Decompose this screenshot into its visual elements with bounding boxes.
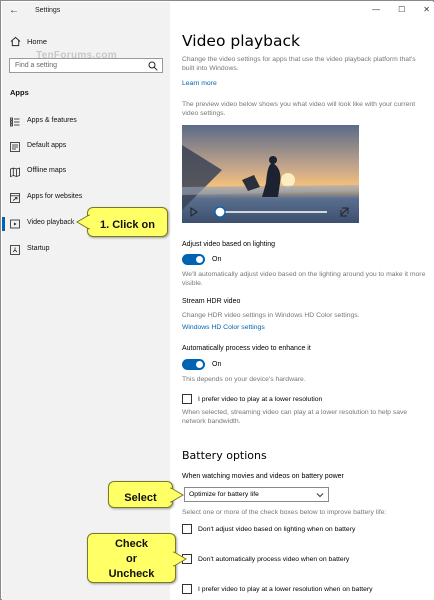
list-icon [10, 117, 20, 127]
adjust-lighting-title: Adjust video based on lighting [182, 241, 276, 248]
sidebar-item-home[interactable]: Home [2, 34, 170, 50]
sidebar-item-label: Apps for websites [27, 193, 83, 200]
adjust-lighting-state: On [212, 256, 222, 263]
search-icon[interactable] [148, 61, 158, 71]
lower-resolution-description: When selected, streaming video can play … [182, 409, 408, 425]
battery-options-title: Battery options [182, 449, 267, 462]
adjust-lighting-toggle[interactable] [182, 254, 205, 265]
lower-resolution-label: I prefer video to play at a lower resolu… [198, 396, 323, 403]
home-icon [10, 36, 21, 47]
video-icon [10, 219, 20, 229]
auto-process-description: This depends on your device's hardware. [182, 376, 306, 383]
map-icon [10, 167, 20, 177]
lower-resolution-checkbox[interactable] [182, 394, 192, 404]
battery-check-lighting-label: Don't adjust video based on lighting whe… [198, 526, 356, 533]
video-controls [182, 201, 359, 223]
battery-check-resolution-label: I prefer video to play at a lower resolu… [198, 586, 373, 593]
chevron-down-icon [316, 493, 324, 498]
adjust-lighting-description: We'll automatically adjust video based o… [182, 271, 426, 287]
default-apps-icon [10, 142, 20, 152]
link-window-icon [10, 193, 20, 203]
callout-click-on-text: 1. Click on [99, 219, 156, 231]
battery-check-resolution[interactable] [182, 584, 192, 594]
callout-check-line1: Check [114, 538, 149, 550]
auto-process-title: Automatically process video to enhance i… [182, 345, 311, 352]
sidebar-section-apps: Apps [10, 88, 29, 97]
battery-check-process-label: Don't automatically process video when o… [198, 556, 350, 563]
sidebar-item-label: Default apps [27, 142, 67, 149]
callout-pointer [173, 551, 187, 567]
seek-thumb[interactable] [214, 206, 226, 218]
preview-description: The preview video below shows you what v… [182, 101, 416, 117]
battery-mode-value: Optimize for battery life [189, 491, 259, 498]
sidebar-item-label: Apps & features [27, 117, 77, 124]
search-input[interactable]: Find a setting [9, 58, 163, 73]
sidebar-item-default-apps[interactable]: Default apps [2, 139, 170, 155]
callout-pointer [76, 214, 90, 230]
window-controls: — ☐ ✕ [372, 5, 430, 14]
hdr-settings-link[interactable]: Windows HD Color settings [182, 324, 265, 331]
sidebar-item-label: Offline maps [27, 167, 67, 174]
title-bar: ← Settings [2, 2, 170, 22]
auto-process-toggle[interactable] [182, 359, 205, 370]
home-label: Home [27, 37, 48, 46]
battery-mode-select[interactable]: Optimize for battery life [184, 487, 329, 502]
hdr-description: Change HDR video settings in Windows HD … [182, 312, 360, 319]
close-button[interactable]: ✕ [423, 5, 430, 14]
play-icon[interactable] [190, 207, 198, 217]
minimize-button[interactable]: — [372, 5, 380, 14]
auto-process-state: On [212, 361, 222, 368]
callout-check-line2: or [126, 553, 137, 565]
settings-window: ← Settings Home TenForums.com Find a set… [0, 0, 434, 600]
callout-select: Select [108, 481, 184, 508]
sidebar: ← Settings Home TenForums.com Find a set… [2, 2, 170, 600]
fullscreen-icon[interactable] [340, 207, 349, 217]
callout-check-uncheck: Check or Uncheck [87, 533, 187, 583]
sidebar-item-label: Video playback [27, 219, 75, 226]
callout-click-on: 1. Click on [76, 207, 168, 237]
callout-check-line3: Uncheck [108, 568, 155, 580]
startup-icon [10, 245, 20, 255]
battery-check-lighting[interactable] [182, 524, 192, 534]
sidebar-item-startup[interactable]: Startup [2, 242, 170, 258]
callout-select-text: Select [124, 492, 157, 504]
sidebar-item-offline-maps[interactable]: Offline maps [2, 164, 170, 180]
battery-description: Select one or more of the check boxes be… [182, 509, 387, 516]
search-placeholder: Find a setting [15, 62, 58, 69]
page-title: Video playback [182, 32, 301, 50]
callout-pointer [170, 487, 184, 503]
main-content: — ☐ ✕ Video playback Change the video se… [170, 2, 434, 600]
sidebar-item-label: Startup [27, 245, 50, 252]
maximize-button[interactable]: ☐ [398, 5, 405, 14]
sidebar-item-apps-features[interactable]: Apps & features [2, 114, 170, 130]
back-arrow-icon[interactable]: ← [9, 5, 19, 16]
battery-prompt: When watching movies and videos on batte… [182, 473, 344, 480]
app-title: Settings [35, 7, 61, 14]
sidebar-item-apps-for-websites[interactable]: Apps for websites [2, 190, 170, 206]
page-intro: Change the video settings for apps that … [182, 56, 416, 72]
learn-more-link[interactable]: Learn more [182, 80, 217, 87]
hdr-title: Stream HDR video [182, 298, 241, 305]
